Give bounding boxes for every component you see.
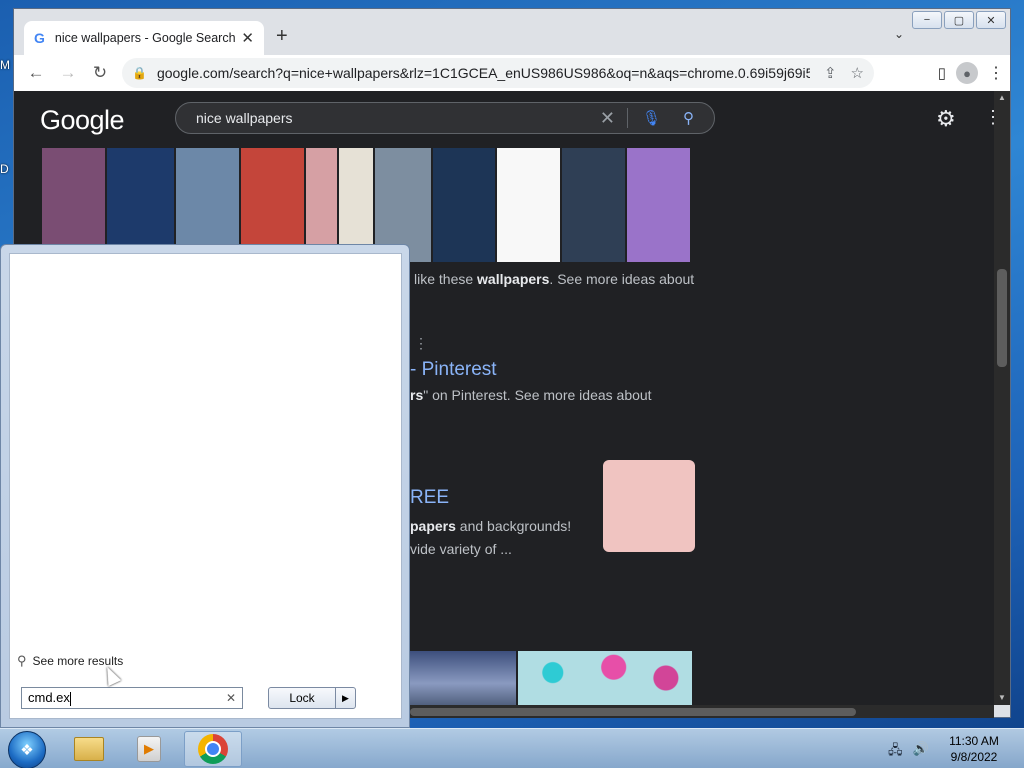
minimize-button[interactable]: − [912,11,942,29]
vertical-scrollbar[interactable]: ▲ ▼ [994,91,1010,705]
start-search-value[interactable]: cmd.ex [28,690,226,706]
result-snippet-3-line2: vide variety of ... [410,541,512,557]
start-search-input[interactable]: cmd.ex ✕ [21,687,243,709]
toolbar-right: ▯ ● ⋮ [938,55,1004,91]
explorer-taskbar-button[interactable] [60,731,118,767]
image-thumbnail[interactable] [433,148,495,262]
image-thumbnail[interactable] [497,148,560,262]
forward-button[interactable]: → [52,63,84,83]
result-title-3[interactable]: REE [410,487,449,509]
desktop-icon-label-2[interactable]: D [0,162,9,176]
result-title-pinterest[interactable]: - Pinterest [410,359,497,381]
share-icon[interactable]: ⇪ [824,64,837,82]
bookmark-star-icon[interactable]: ☆ [851,64,864,82]
clear-start-search-icon[interactable]: ✕ [226,691,236,705]
reload-button[interactable]: ↻ [84,63,116,83]
result-snippet-2: rs" on Pinterest. See more ideas about [410,387,652,403]
folder-icon [74,737,104,761]
profile-avatar[interactable]: ● [956,62,978,84]
window-controls: − ▢ ✕ [912,11,1006,29]
tab-search-chevron-icon[interactable]: ⌄ [894,27,904,41]
result-snippet-3: papers and backgrounds! [410,518,572,534]
google-apps-menu-icon[interactable]: ⋮ [984,107,994,128]
lock-button-label[interactable]: Lock [269,688,335,708]
start-button[interactable]: ❖ [8,731,46,768]
result-snippet-1: like these wallpapers. See more ideas ab… [414,271,695,287]
taskbar-clock[interactable]: 11:30 AM 9/8/2022 [936,733,1012,765]
magnifier-icon: ⚲ [17,653,27,668]
address-bar[interactable]: 🔒 google.com/search?q=nice+wallpapers&rl… [122,58,874,88]
browser-toolbar: ← → ↻ 🔒 google.com/search?q=nice+wallpap… [14,55,1010,91]
image-thumbnail[interactable] [627,148,690,262]
clock-date: 9/8/2022 [950,750,998,764]
tab-title: nice wallpapers - Google Search [54,31,236,45]
chrome-icon [198,734,228,764]
media-player-taskbar-button[interactable]: ▶ [120,731,178,767]
volume-icon[interactable]: 🔊 [913,741,929,763]
scroll-down-arrow[interactable]: ▼ [998,693,1006,702]
settings-gear-icon[interactable]: ⚙ [936,106,956,132]
horizontal-scroll-thumb[interactable] [410,708,856,716]
media-player-icon: ▶ [137,736,161,762]
result-thumbnail-plants[interactable] [603,460,695,552]
search-icon[interactable]: ⚲ [683,109,694,127]
power-options-arrow-icon[interactable]: ▶ [335,688,355,708]
browser-menu-icon[interactable]: ⋮ [988,63,1004,83]
new-tab-button[interactable]: + [276,25,288,48]
chrome-taskbar-button[interactable] [184,731,242,767]
browser-tab[interactable]: G nice wallpapers - Google Search ✕ [24,21,264,55]
search-query[interactable]: nice wallpapers [196,110,600,126]
microphone-icon[interactable]: 🎙 [642,109,661,127]
result-options-icon[interactable]: ⋮ [414,335,428,352]
lock-icon[interactable]: 🔒 [132,66,147,80]
address-url[interactable]: google.com/search?q=nice+wallpapers&rlz=… [157,65,810,81]
result-image-bubbles[interactable] [518,651,692,705]
scroll-up-arrow[interactable]: ▲ [998,93,1006,102]
side-panel-icon[interactable]: ▯ [938,64,946,82]
system-tray: 🖧 🔊 [888,741,929,763]
vertical-scroll-thumb[interactable] [997,269,1007,367]
google-logo[interactable]: Google [40,105,125,136]
google-search-box[interactable]: nice wallpapers ✕ 🎙 ⚲ [175,102,715,134]
close-tab-icon[interactable]: ✕ [241,29,254,47]
search-divider [626,108,628,128]
close-window-button[interactable]: ✕ [976,11,1006,29]
desktop-icon-label-1[interactable]: M [0,58,10,72]
back-button[interactable]: ← [20,63,52,83]
lock-button[interactable]: Lock ▶ [268,687,356,709]
start-menu: ⚲ See more results cmd.ex ✕ Lock ▶ [0,244,410,728]
clock-time: 11:30 AM [949,734,999,748]
google-favicon-icon: G [34,30,45,46]
network-icon[interactable]: 🖧 [888,741,903,763]
maximize-button[interactable]: ▢ [944,11,974,29]
start-menu-results-pane [9,253,402,719]
image-thumbnail[interactable] [562,148,625,262]
taskbar: ❖ ▶ 🖧 🔊 11:30 AM 9/8/2022 [0,728,1024,768]
result-image-trees[interactable] [410,651,516,705]
clear-search-icon[interactable]: ✕ [600,108,615,129]
